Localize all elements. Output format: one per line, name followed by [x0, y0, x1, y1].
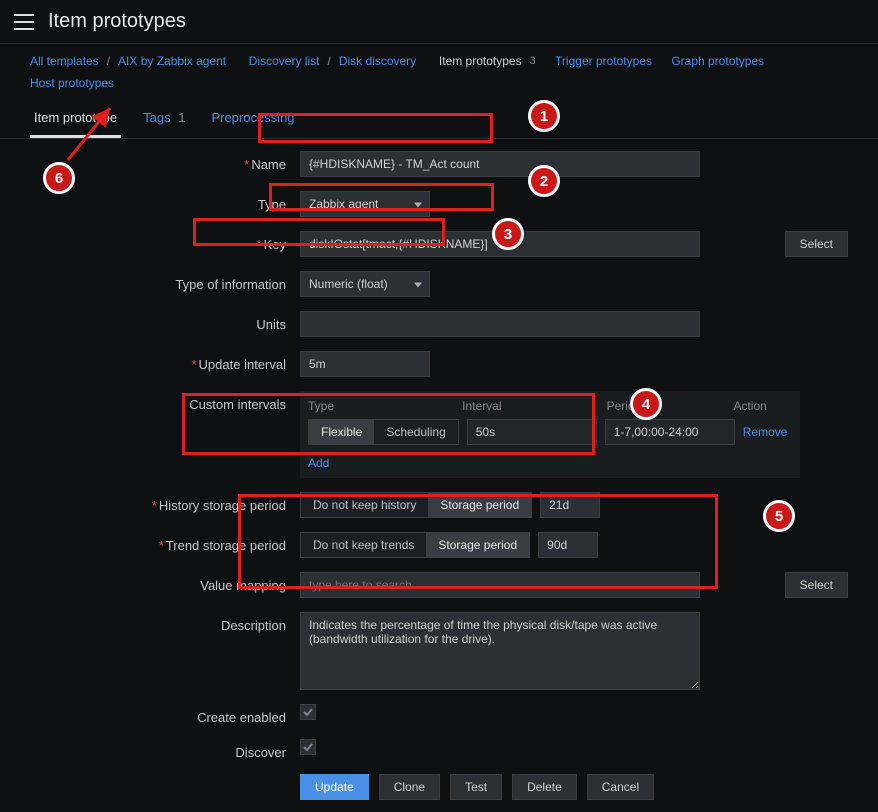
lbl-value-mapping: Value mapping	[200, 578, 286, 593]
bc-item-count: 3	[530, 55, 536, 67]
lbl-type-of-info: Type of information	[175, 277, 286, 292]
history-segment: Do not keep history Storage period	[300, 492, 532, 518]
trend-no-keep-opt[interactable]: Do not keep trends	[301, 533, 426, 557]
int-head-period: Period	[607, 399, 734, 413]
int-add-link[interactable]: Add	[308, 456, 329, 470]
bc-discovery-list[interactable]: Discovery list	[249, 54, 320, 68]
history-storage-opt[interactable]: Storage period	[428, 493, 531, 517]
history-no-keep-opt[interactable]: Do not keep history	[301, 493, 428, 517]
int-head-interval: Interval	[462, 399, 606, 413]
trend-segment: Do not keep trends Storage period	[300, 532, 530, 558]
lbl-update-interval: Update interval	[199, 357, 286, 372]
description-textarea[interactable]: Indicates the percentage of time the phy…	[300, 612, 700, 690]
bc-sep: /	[327, 54, 330, 68]
bc-host-prototypes[interactable]: Host prototypes	[30, 76, 114, 90]
tab-preprocessing[interactable]: Preprocessing	[207, 102, 298, 138]
tab-item-prototype[interactable]: Item prototype	[30, 102, 121, 138]
bc-trigger-prototypes[interactable]: Trigger prototypes	[555, 54, 652, 68]
bc-graph-prototypes[interactable]: Graph prototypes	[671, 54, 764, 68]
int-remove-link[interactable]: Remove	[743, 425, 788, 439]
bc-sep: /	[107, 54, 110, 68]
lbl-create-enabled: Create enabled	[197, 710, 286, 725]
name-input[interactable]	[300, 151, 700, 177]
lbl-key: Key	[264, 237, 286, 252]
discover-checkbox[interactable]	[300, 739, 316, 755]
bc-discovery-rule[interactable]: Disk discovery	[339, 54, 416, 68]
int-head-action: Action	[733, 399, 792, 413]
type-of-info-select[interactable]: Numeric (float)	[300, 271, 430, 297]
create-enabled-checkbox[interactable]	[300, 704, 316, 720]
lbl-description: Description	[221, 618, 286, 633]
lbl-units: Units	[256, 317, 286, 332]
bc-template[interactable]: AIX by Zabbix agent	[118, 54, 226, 68]
int-scheduling-opt[interactable]: Scheduling	[374, 420, 457, 444]
update-button[interactable]: Update	[300, 774, 369, 800]
key-input[interactable]	[300, 231, 700, 257]
trend-storage-opt[interactable]: Storage period	[426, 533, 529, 557]
delete-button[interactable]: Delete	[512, 774, 577, 800]
int-type-segment: Flexible Scheduling	[308, 419, 459, 445]
breadcrumb: All templates / AIX by Zabbix agent Disc…	[0, 44, 878, 96]
lbl-history: History storage period	[159, 498, 286, 513]
cancel-button[interactable]: Cancel	[587, 774, 654, 800]
history-value-input[interactable]	[540, 492, 600, 518]
int-head-type: Type	[308, 399, 462, 413]
key-select-button[interactable]: Select	[785, 231, 848, 257]
update-interval-input[interactable]	[300, 351, 430, 377]
units-input[interactable]	[300, 311, 700, 337]
int-interval-input[interactable]	[467, 419, 597, 445]
type-select[interactable]: Zabbix agent	[300, 191, 430, 217]
lbl-name: Name	[251, 157, 286, 172]
tab-tags-count: 1	[178, 110, 185, 125]
clone-button[interactable]: Clone	[379, 774, 440, 800]
int-flexible-opt[interactable]: Flexible	[309, 420, 374, 444]
lbl-custom-intervals: Custom intervals	[189, 397, 286, 412]
menu-icon[interactable]	[14, 14, 34, 30]
tabs: Item prototype Tags 1 Preprocessing	[0, 96, 878, 139]
page-title: Item prototypes	[48, 10, 186, 33]
int-period-input[interactable]	[605, 419, 735, 445]
trend-value-input[interactable]	[538, 532, 598, 558]
tab-tags-label: Tags	[143, 110, 170, 125]
bc-all-templates[interactable]: All templates	[30, 54, 99, 68]
bc-item-prototypes: Item prototypes	[439, 54, 522, 68]
value-mapping-input[interactable]	[300, 572, 700, 598]
lbl-trend: Trend storage period	[166, 538, 286, 553]
lbl-discover: Discover	[235, 745, 286, 760]
test-button[interactable]: Test	[450, 774, 502, 800]
tab-tags[interactable]: Tags 1	[139, 102, 189, 138]
lbl-type: Type	[258, 197, 286, 212]
value-mapping-select-button[interactable]: Select	[785, 572, 848, 598]
